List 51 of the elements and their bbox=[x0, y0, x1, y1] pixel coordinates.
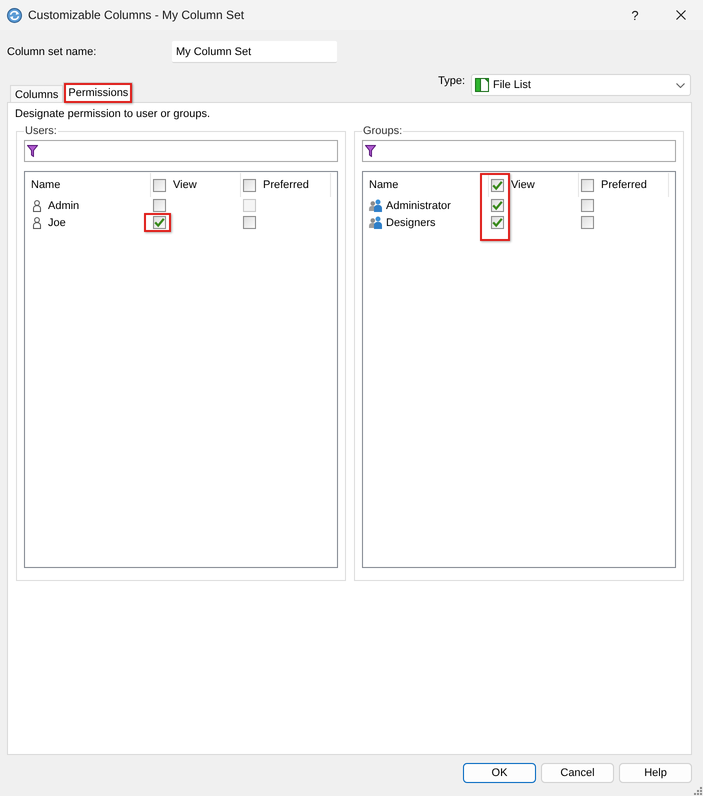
list-item-name: Administrator bbox=[386, 200, 451, 212]
column-header: Preferred bbox=[263, 179, 309, 191]
filter-field[interactable] bbox=[362, 140, 676, 162]
sync-arrows-icon bbox=[7, 8, 22, 22]
resize-grip-icon[interactable] bbox=[694, 787, 702, 795]
checkbox[interactable] bbox=[153, 216, 166, 229]
column-header: Name bbox=[369, 179, 398, 191]
close-icon bbox=[676, 10, 686, 20]
checkmark-icon bbox=[492, 217, 503, 228]
group-box-title: Groups: bbox=[362, 125, 404, 138]
person-icon bbox=[33, 216, 41, 228]
tab[interactable]: Columns bbox=[10, 85, 64, 102]
column-header: Preferred bbox=[601, 179, 647, 191]
checkbox[interactable] bbox=[491, 178, 504, 192]
checkmark-icon bbox=[492, 200, 503, 211]
window-title: Customizable Columns - My Column Set bbox=[28, 8, 246, 22]
tab[interactable]: Permissions bbox=[63, 82, 134, 103]
people-icon bbox=[369, 199, 382, 212]
help-button[interactable]: ? bbox=[612, 0, 658, 30]
checkmark-icon bbox=[492, 180, 503, 190]
filter-field[interactable] bbox=[24, 140, 338, 162]
dialog-button[interactable]: OK bbox=[463, 763, 536, 783]
filter-icon bbox=[27, 145, 38, 157]
field-label: Column set name: bbox=[7, 46, 98, 58]
list-item-name: Admin bbox=[48, 200, 80, 212]
checkbox[interactable] bbox=[491, 199, 504, 212]
description-text: Designate permission to user or groups. bbox=[15, 108, 212, 121]
column-header: View bbox=[173, 179, 197, 191]
checkbox[interactable] bbox=[581, 199, 594, 212]
checkbox[interactable] bbox=[581, 216, 594, 229]
column-header: Name bbox=[31, 179, 60, 191]
checkbox[interactable] bbox=[153, 178, 166, 192]
checkbox[interactable] bbox=[581, 178, 594, 192]
checkbox[interactable] bbox=[491, 216, 504, 229]
dialog-button[interactable]: Help bbox=[619, 763, 692, 783]
name-field[interactable]: My Column Set bbox=[172, 41, 337, 63]
column-header: View bbox=[511, 179, 535, 191]
list-item-name: Designers bbox=[386, 216, 436, 228]
people-icon bbox=[369, 216, 382, 229]
checkmark-icon bbox=[154, 217, 165, 228]
chevron-down-icon bbox=[676, 82, 685, 88]
person-icon bbox=[33, 200, 41, 212]
type-dropdown[interactable]: File List bbox=[471, 74, 691, 96]
dialog-button[interactable]: Cancel bbox=[541, 763, 614, 783]
checkbox[interactable] bbox=[243, 216, 256, 229]
checkbox[interactable] bbox=[243, 178, 256, 192]
field-label: Type: bbox=[438, 75, 465, 87]
checkbox[interactable] bbox=[153, 199, 166, 212]
list-item-name: Joe bbox=[48, 216, 66, 228]
filter-icon bbox=[365, 145, 376, 157]
document-icon bbox=[475, 78, 489, 92]
